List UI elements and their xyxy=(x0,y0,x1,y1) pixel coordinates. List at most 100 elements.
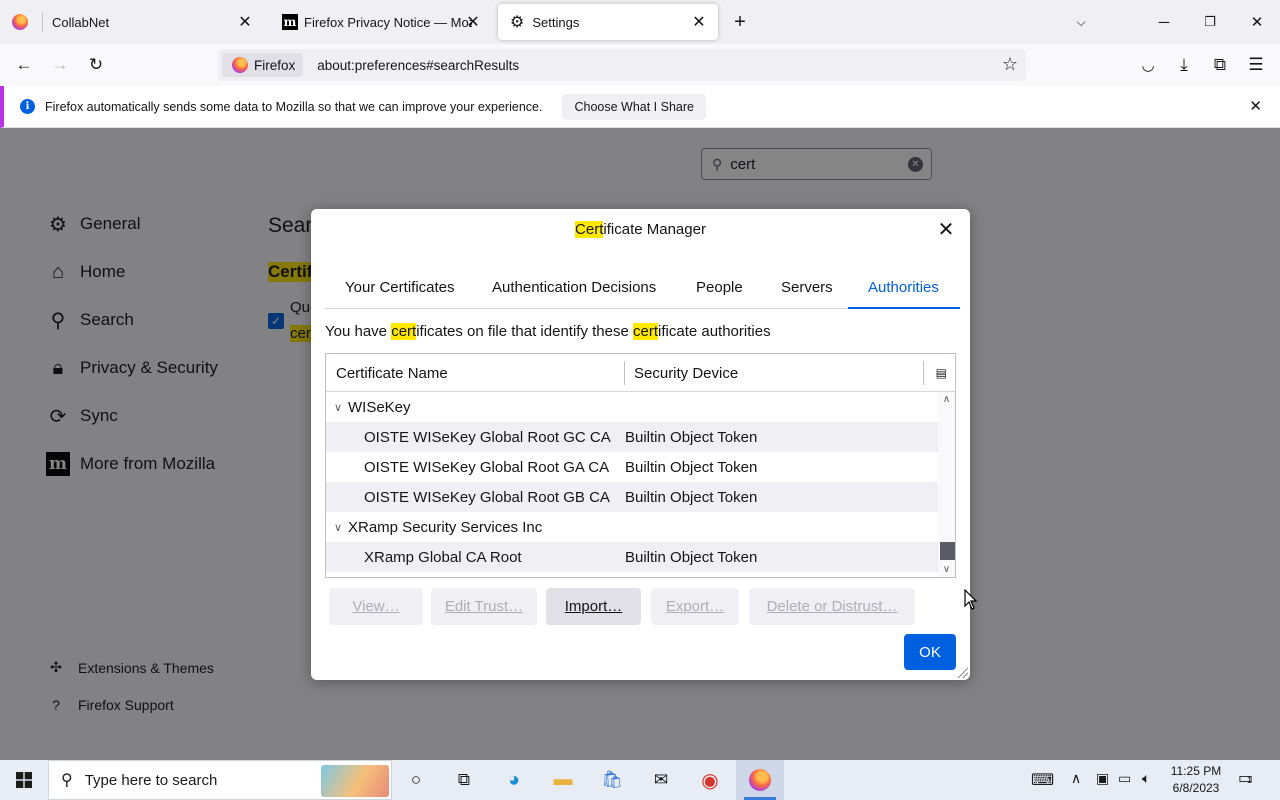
view-button[interactable]: View… xyxy=(329,588,423,625)
reload-button[interactable]: ↻ xyxy=(82,52,110,78)
downloads-icon[interactable]: ⤓ xyxy=(1170,52,1198,78)
minimize-button[interactable]: ─ xyxy=(1141,0,1187,44)
windows-logo-icon xyxy=(16,772,32,788)
windows-taskbar: ⚲ Type here to search ○ ⧉ ◕ ▬ 🛍︎ ✉ ◉ ⌨ ∧… xyxy=(0,760,1280,800)
list-all-tabs-button[interactable]: ⌵ xyxy=(1058,0,1104,44)
export-button[interactable]: Export… xyxy=(651,588,739,625)
chevron-down-icon[interactable]: ∨ xyxy=(334,521,342,534)
ok-button[interactable]: OK xyxy=(904,634,956,670)
column-security-device[interactable]: Security Device xyxy=(634,365,738,382)
url-bar[interactable]: Firefox about:preferences#searchResults … xyxy=(218,49,1026,81)
certificate-tree[interactable]: Certificate Name Security Device ▤ ∨ WIS… xyxy=(325,353,956,578)
menu-icon[interactable]: ☰ xyxy=(1242,52,1270,78)
dialog-title: Certificate Manager xyxy=(311,221,970,238)
firefox-icon xyxy=(12,14,28,30)
column-splitter[interactable] xyxy=(624,361,625,385)
system-clock[interactable]: 11:25 PM 6/8/2023 xyxy=(1166,763,1226,797)
tab-title: Settings xyxy=(532,14,580,30)
delete-or-distrust-button[interactable]: Delete or Distrust… xyxy=(749,588,915,625)
desc-highlight: cert xyxy=(391,323,417,340)
desc-highlight: cert xyxy=(633,323,659,340)
extensions-icon[interactable]: ⧉ xyxy=(1206,52,1234,78)
close-icon[interactable]: ✕ xyxy=(934,217,958,241)
tree-group-row[interactable]: ∨ WISeKey xyxy=(326,392,938,422)
keyboard-icon[interactable]: ⌨ xyxy=(1031,770,1054,790)
file-explorer-icon[interactable]: ▬ xyxy=(543,765,583,795)
column-splitter[interactable] xyxy=(923,361,924,385)
cortana-icon[interactable]: ○ xyxy=(396,765,436,795)
table-row[interactable]: XRamp Global CA Root Builtin Object Toke… xyxy=(326,542,938,572)
cert-device: Builtin Object Token xyxy=(625,458,758,476)
tree-group-row[interactable]: ∨ XRamp Security Services Inc xyxy=(326,512,938,542)
cert-name: XRamp Global CA Root xyxy=(364,548,522,566)
certificate-manager-dialog: Certificate Manager ✕ Your Certificates … xyxy=(311,209,970,680)
tab-people[interactable]: People xyxy=(676,271,763,309)
task-view-icon[interactable]: ⧉ xyxy=(444,765,484,795)
pocket-icon[interactable]: ◡ xyxy=(1134,52,1162,78)
column-certificate-name[interactable]: Certificate Name xyxy=(336,365,448,382)
clock-time: 11:25 PM xyxy=(1170,764,1222,778)
desc-text: You have xyxy=(325,323,392,340)
close-icon[interactable]: ✕ xyxy=(464,13,482,31)
store-icon[interactable]: 🛍︎ xyxy=(592,765,632,795)
close-icon[interactable]: ✕ xyxy=(690,13,708,31)
table-row[interactable]: OISTE WISeKey Global Root GA CA Builtin … xyxy=(326,452,938,482)
scroll-down-icon[interactable]: ∨ xyxy=(938,562,955,576)
edge-icon[interactable]: ◕ xyxy=(494,765,534,795)
group-name: WISeKey xyxy=(348,398,411,416)
forward-button[interactable]: → xyxy=(46,52,74,78)
table-row[interactable]: OISTE WISeKey Global Root GC CA Builtin … xyxy=(326,422,938,452)
new-tab-button[interactable]: + xyxy=(717,0,763,44)
close-icon[interactable]: ✕ xyxy=(236,13,254,31)
edit-trust-button[interactable]: Edit Trust… xyxy=(431,588,537,625)
taskbar-search-box[interactable]: ⚲ Type here to search xyxy=(48,760,392,800)
network-icon[interactable]: ▭ xyxy=(1118,770,1131,787)
title-rest: ificate Manager xyxy=(603,221,706,238)
notification-count: 1 xyxy=(1247,775,1253,785)
data-reporting-notification: i Firefox automatically sends some data … xyxy=(0,86,1280,128)
scroll-up-icon[interactable]: ∧ xyxy=(938,392,955,406)
tab-title: Firefox Privacy Notice — Mozill xyxy=(304,14,472,30)
tree-header: Certificate Name Security Device ▤ xyxy=(326,354,955,392)
navigation-toolbar: ← → ↻ Firefox about:preferences#searchRe… xyxy=(0,44,1280,86)
chevron-down-icon[interactable]: ∨ xyxy=(334,401,342,414)
window-close-button[interactable]: ✕ xyxy=(1234,0,1280,44)
tab-authentication-decisions[interactable]: Authentication Decisions xyxy=(472,271,676,309)
desc-text: ificates on file that identify these xyxy=(416,323,633,340)
identity-box[interactable]: Firefox xyxy=(222,53,304,77)
search-placeholder: Type here to search xyxy=(84,771,218,789)
chrome-icon[interactable]: ◉ xyxy=(690,765,730,795)
tab-your-certificates[interactable]: Your Certificates xyxy=(325,271,475,309)
cert-device: Builtin Object Token xyxy=(625,488,758,506)
scrollbar-thumb[interactable] xyxy=(940,542,955,560)
restore-button[interactable]: ❐ xyxy=(1187,0,1233,44)
tab-authorities[interactable]: Authorities xyxy=(848,271,960,309)
bookmark-star-icon[interactable]: ☆ xyxy=(1002,54,1018,75)
import-button[interactable]: Import… xyxy=(546,588,641,625)
column-picker-icon[interactable]: ▤ xyxy=(936,366,947,380)
choose-what-i-share-button[interactable]: Choose What I Share xyxy=(562,93,706,120)
tab-privacy-notice[interactable]: m Firefox Privacy Notice — Mozill ✕ xyxy=(270,0,492,44)
cert-name: OISTE WISeKey Global Root GA CA xyxy=(364,458,610,476)
tab-collabnet[interactable]: CollabNet ✕ xyxy=(0,0,264,44)
resize-grip-icon[interactable] xyxy=(956,666,968,678)
search-highlight-art xyxy=(321,765,389,797)
tab-servers[interactable]: Servers xyxy=(761,271,853,309)
tree-scrollbar[interactable]: ∧ ∨ xyxy=(938,392,955,577)
gear-icon: ⚙ xyxy=(510,14,525,31)
close-icon[interactable]: ✕ xyxy=(1249,97,1262,115)
table-row[interactable]: OISTE WISeKey Global Root GB CA Builtin … xyxy=(326,482,938,512)
group-name: XRamp Security Services Inc xyxy=(348,518,543,536)
volume-muted-icon[interactable]: 🔈︎ xyxy=(1142,770,1150,787)
dialog-description: You have certificates on file that ident… xyxy=(325,323,771,340)
chevron-up-icon[interactable]: ∧ xyxy=(1071,770,1081,787)
back-button[interactable]: ← xyxy=(10,52,38,78)
firefox-taskbar-icon[interactable] xyxy=(740,765,780,795)
tab-settings[interactable]: ⚙ Settings ✕ xyxy=(498,4,718,40)
mail-icon[interactable]: ✉ xyxy=(641,765,681,795)
device-icon[interactable]: ▣ xyxy=(1096,770,1109,787)
start-button[interactable] xyxy=(0,760,48,800)
url-text[interactable]: about:preferences#searchResults xyxy=(317,58,519,73)
notifications-icon[interactable]: ▭ 1 xyxy=(1238,768,1253,788)
tab-separator xyxy=(42,12,43,32)
